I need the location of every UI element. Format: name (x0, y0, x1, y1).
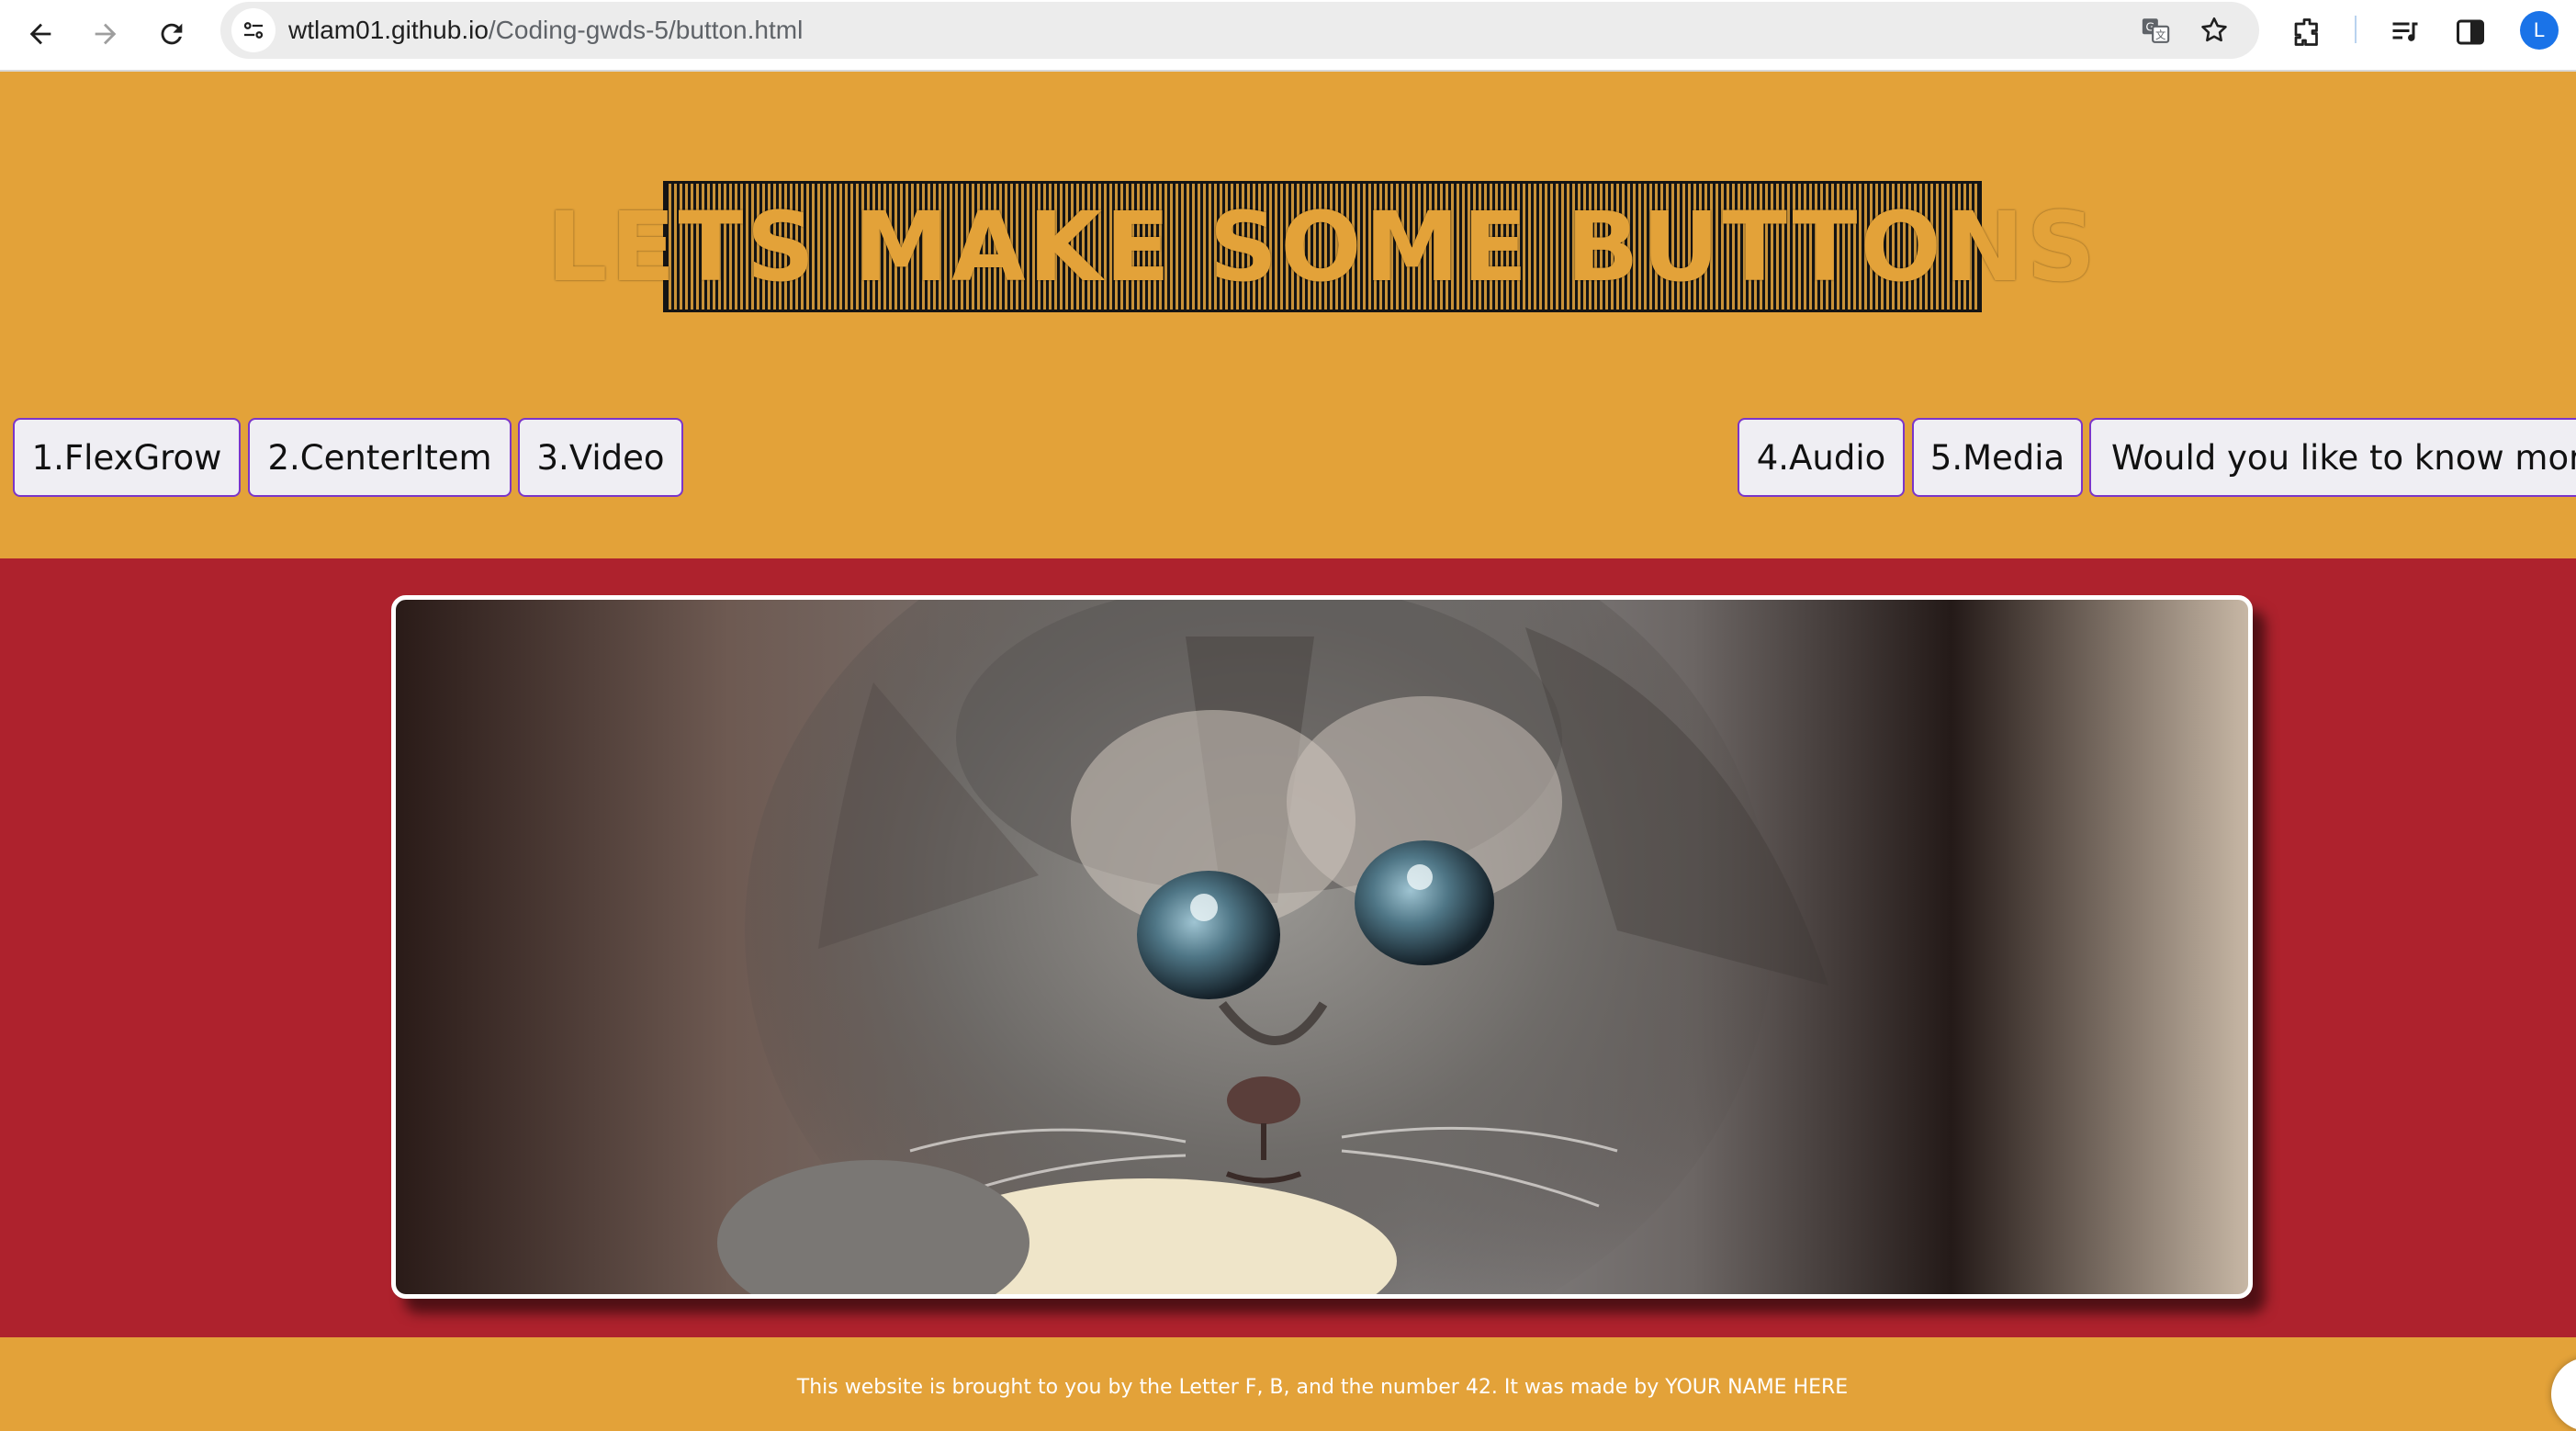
video-button[interactable]: 3.Video (518, 418, 683, 497)
translate-icon[interactable]: G 文 (2136, 11, 2175, 50)
svg-text:文: 文 (2155, 28, 2165, 41)
url-text[interactable]: wtlam01.github.io/Coding-gwds-5/button.h… (288, 2, 803, 59)
flexgrow-button[interactable]: 1.FlexGrow (13, 418, 241, 497)
footer-text: This website is brought to you by the Le… (796, 1376, 1849, 1399)
page-title: LETS MAKE SOME BUTTONS (546, 190, 2098, 303)
kitten-illustration (717, 600, 1828, 1294)
back-arrow-icon[interactable] (15, 8, 66, 60)
kitten-photo (391, 595, 2253, 1299)
bookmark-star-icon[interactable] (2195, 11, 2233, 50)
profile-avatar[interactable]: L (2520, 11, 2559, 50)
reload-icon[interactable] (146, 8, 197, 60)
media-controls-icon[interactable] (2383, 10, 2427, 54)
url-host: wtlam01.github.io (288, 16, 489, 44)
site-settings-icon[interactable] (231, 8, 276, 52)
address-bar[interactable]: wtlam01.github.io/Coding-gwds-5/button.h… (220, 2, 2259, 59)
media-button[interactable]: 5.Media (1912, 418, 2083, 497)
centeritem-button[interactable]: 2.CenterItem (248, 418, 512, 497)
toolbar-divider (2355, 16, 2357, 43)
extensions-icon[interactable] (2285, 10, 2329, 54)
side-panel-icon[interactable] (2448, 10, 2492, 54)
browser-toolbar: wtlam01.github.io/Coding-gwds-5/button.h… (0, 0, 2576, 72)
know-more-button[interactable]: Would you like to know more? (2089, 418, 2576, 497)
forward-arrow-icon[interactable] (80, 8, 131, 60)
audio-button[interactable]: 4.Audio (1738, 418, 1905, 497)
url-path: /Coding-gwds-5/button.html (488, 16, 804, 44)
title-banner: LETS MAKE SOME BUTTONS (546, 181, 2096, 312)
